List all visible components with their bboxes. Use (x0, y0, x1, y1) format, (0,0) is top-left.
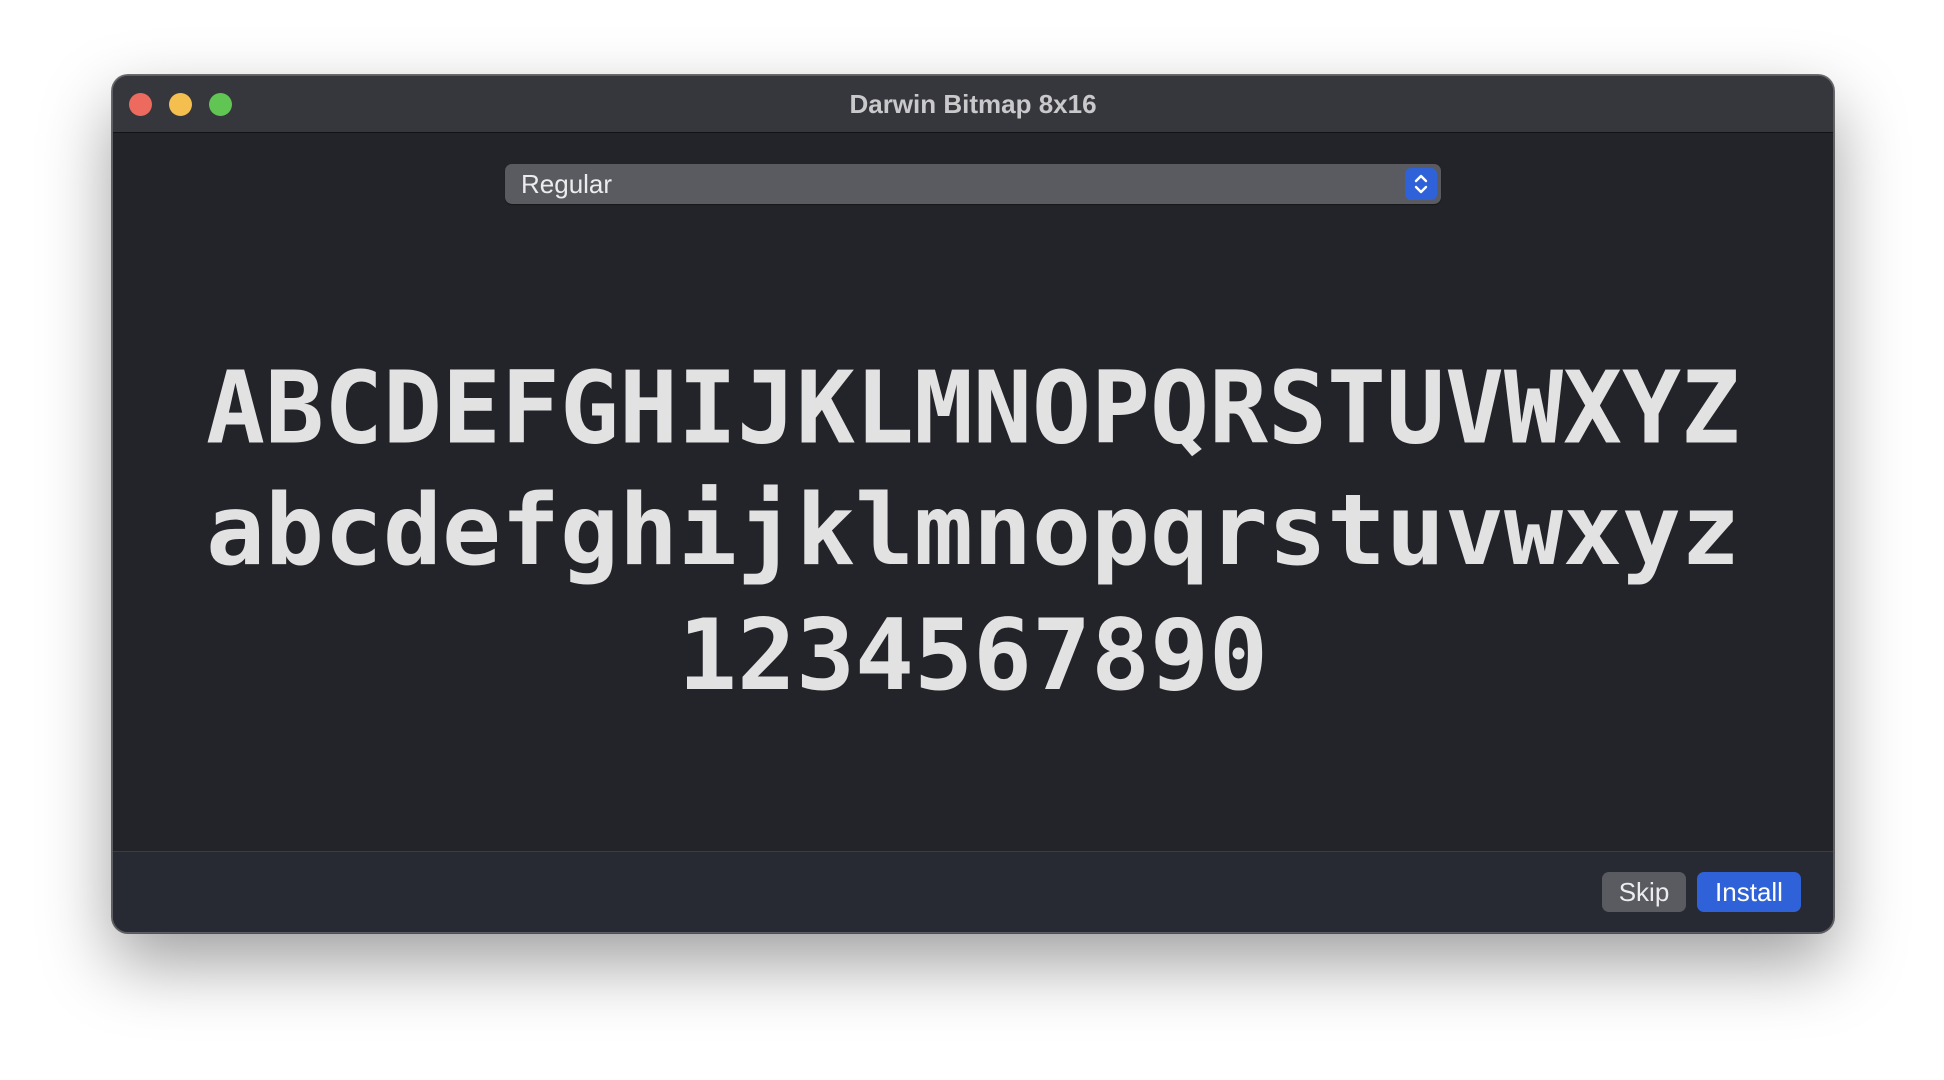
font-preview-window: Darwin Bitmap 8x16 Regular ABCDEFGHIJKLM… (112, 75, 1834, 933)
font-style-selected: Regular (521, 169, 613, 199)
install-button[interactable]: Install (1697, 872, 1801, 912)
skip-button[interactable]: Skip (1602, 872, 1686, 912)
window-title: Darwin Bitmap 8x16 (849, 89, 1097, 119)
font-style-popup[interactable]: Regular (505, 164, 1441, 204)
title-bar: Darwin Bitmap 8x16 (113, 76, 1833, 133)
chevron-up-down-icon (1405, 168, 1437, 200)
sample-lowercase: abcdefghijklmnopqrstuvwxyz (205, 474, 1741, 588)
footer-bar: Skip Install (113, 851, 1833, 932)
sample-uppercase: ABCDEFGHIJKLMNOPQRSTUVWXYZ (205, 350, 1741, 468)
sample-digits: 1234567890 (677, 599, 1268, 713)
